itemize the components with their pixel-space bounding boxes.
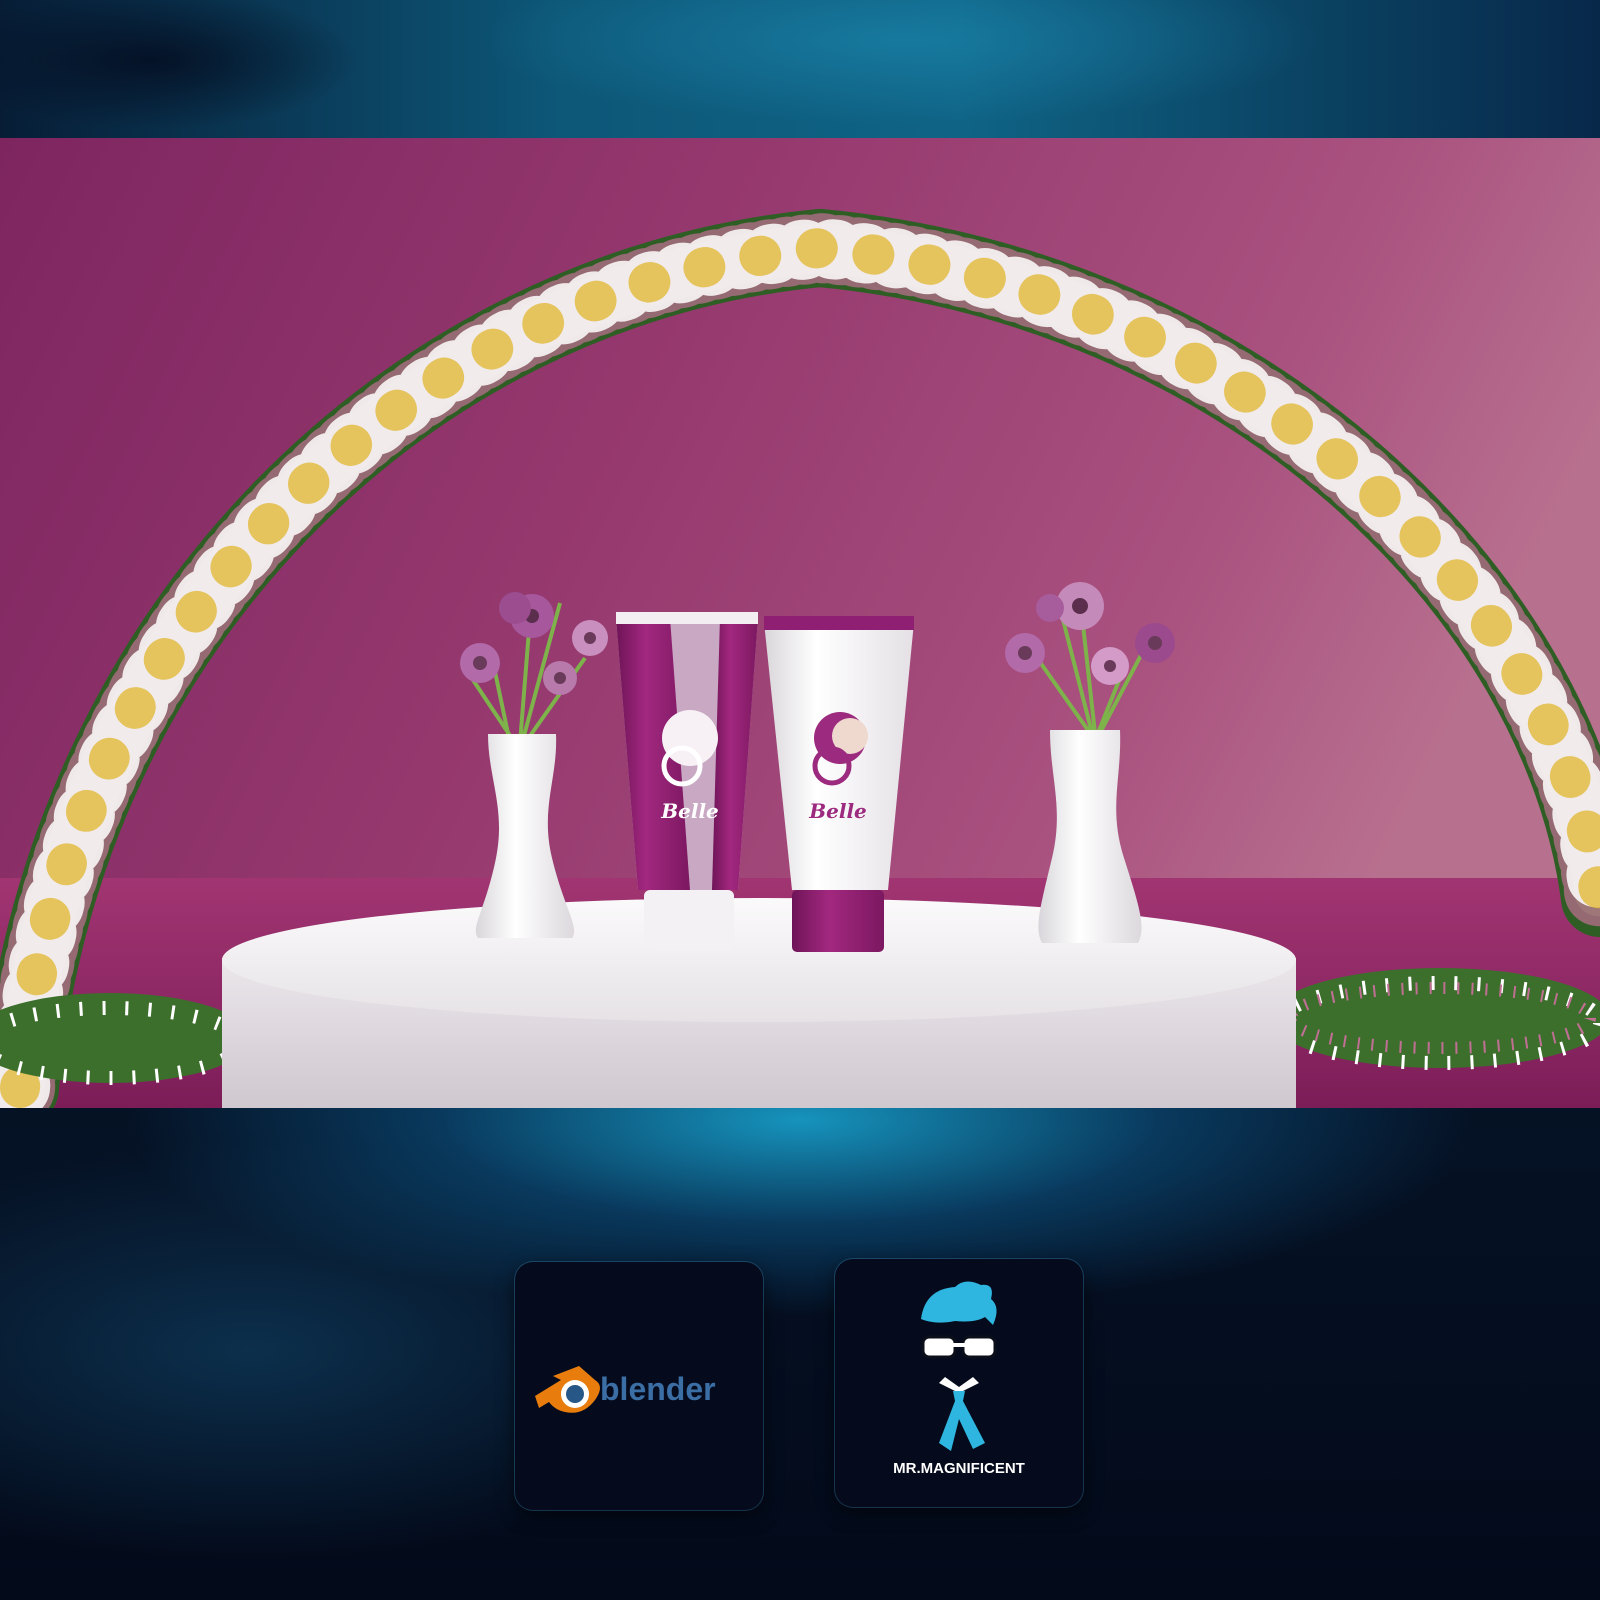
blender-wordmark: blender bbox=[600, 1371, 716, 1407]
mr-magnificent-logo-card: MR.MAGNIFICENT bbox=[835, 1259, 1083, 1507]
brand-label-left: Belle bbox=[660, 799, 719, 823]
product-render-scene: Belle Belle bbox=[0, 138, 1600, 1108]
brand-label-right: Belle bbox=[808, 799, 867, 823]
product-render-image: Belle Belle bbox=[0, 138, 1600, 1108]
blender-logo-icon: blender bbox=[535, 1366, 716, 1413]
mr-magnificent-mascot-icon: MR.MAGNIFICENT bbox=[893, 1281, 1025, 1477]
top-gradient-band bbox=[0, 0, 1600, 138]
blender-logo-card: blender bbox=[515, 1262, 763, 1510]
mr-magnificent-wordmark: MR.MAGNIFICENT bbox=[893, 1460, 1025, 1477]
